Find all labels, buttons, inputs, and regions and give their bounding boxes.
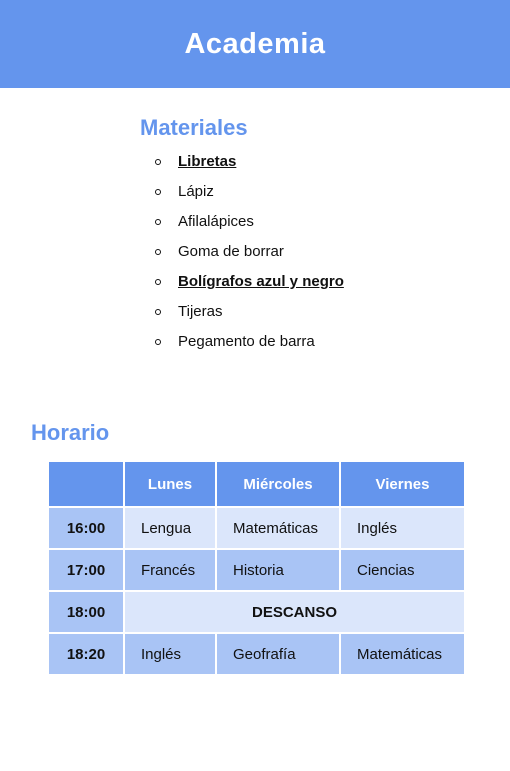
column-header-viernes: Viernes xyxy=(339,460,466,508)
page-title: Academia xyxy=(184,27,326,60)
table-row: 18:20 Inglés Geofrafía Matemáticas xyxy=(47,632,466,676)
materials-list: Libretas Lápiz Afilalápices Goma de borr… xyxy=(140,147,344,357)
column-header-lunes: Lunes xyxy=(123,460,217,508)
bullet-icon xyxy=(155,279,161,285)
table-cell: Inglés xyxy=(123,632,217,676)
table-cell: Inglés xyxy=(339,506,466,550)
list-item: Pegamento de barra xyxy=(140,327,344,357)
table-header-row: Lunes Miércoles Viernes xyxy=(47,460,466,508)
table-cell: Francés xyxy=(123,548,217,592)
table-cell: Ciencias xyxy=(339,548,466,592)
row-time: 16:00 xyxy=(47,506,125,550)
table-cell: Matemáticas xyxy=(339,632,466,676)
table-row: 18:00 DESCANSO xyxy=(47,590,466,634)
list-item: Bolígrafos azul y negro xyxy=(140,267,344,297)
column-header-time xyxy=(47,460,125,508)
list-item-label: Bolígrafos azul y negro xyxy=(178,273,344,290)
table-row: 17:00 Francés Historia Ciencias xyxy=(47,548,466,592)
list-item: Tijeras xyxy=(140,297,344,327)
table-cell: Geofrafía xyxy=(215,632,341,676)
list-item-label: Lápiz xyxy=(178,183,214,200)
schedule-table: Lunes Miércoles Viernes 16:00 Lengua Mat… xyxy=(47,460,466,676)
list-item-label: Afilalápices xyxy=(178,213,254,230)
break-cell: DESCANSO xyxy=(123,590,466,634)
table-cell: Lengua xyxy=(123,506,217,550)
list-item-label: Tijeras xyxy=(178,303,223,320)
schedule-heading: Horario xyxy=(31,420,110,445)
table-row: 16:00 Lengua Matemáticas Inglés xyxy=(47,506,466,550)
row-time: 17:00 xyxy=(47,548,125,592)
table-cell: Historia xyxy=(215,548,341,592)
bullet-icon xyxy=(155,339,161,345)
list-item: Libretas xyxy=(140,147,344,177)
list-item: Lápiz xyxy=(140,177,344,207)
bullet-icon xyxy=(155,309,161,315)
row-time: 18:20 xyxy=(47,632,125,676)
row-time: 18:00 xyxy=(47,590,125,634)
column-header-miercoles: Miércoles xyxy=(215,460,341,508)
list-item-label: Goma de borrar xyxy=(178,243,284,260)
list-item-label: Pegamento de barra xyxy=(178,333,315,350)
table-cell: Matemáticas xyxy=(215,506,341,550)
bullet-icon xyxy=(155,159,161,165)
list-item: Afilalápices xyxy=(140,207,344,237)
bullet-icon xyxy=(155,219,161,225)
page-header: Academia xyxy=(0,0,510,88)
list-item-label: Libretas xyxy=(178,153,237,170)
bullet-icon xyxy=(155,189,161,195)
list-item: Goma de borrar xyxy=(140,237,344,267)
materials-heading: Materiales xyxy=(140,115,248,140)
bullet-icon xyxy=(155,249,161,255)
